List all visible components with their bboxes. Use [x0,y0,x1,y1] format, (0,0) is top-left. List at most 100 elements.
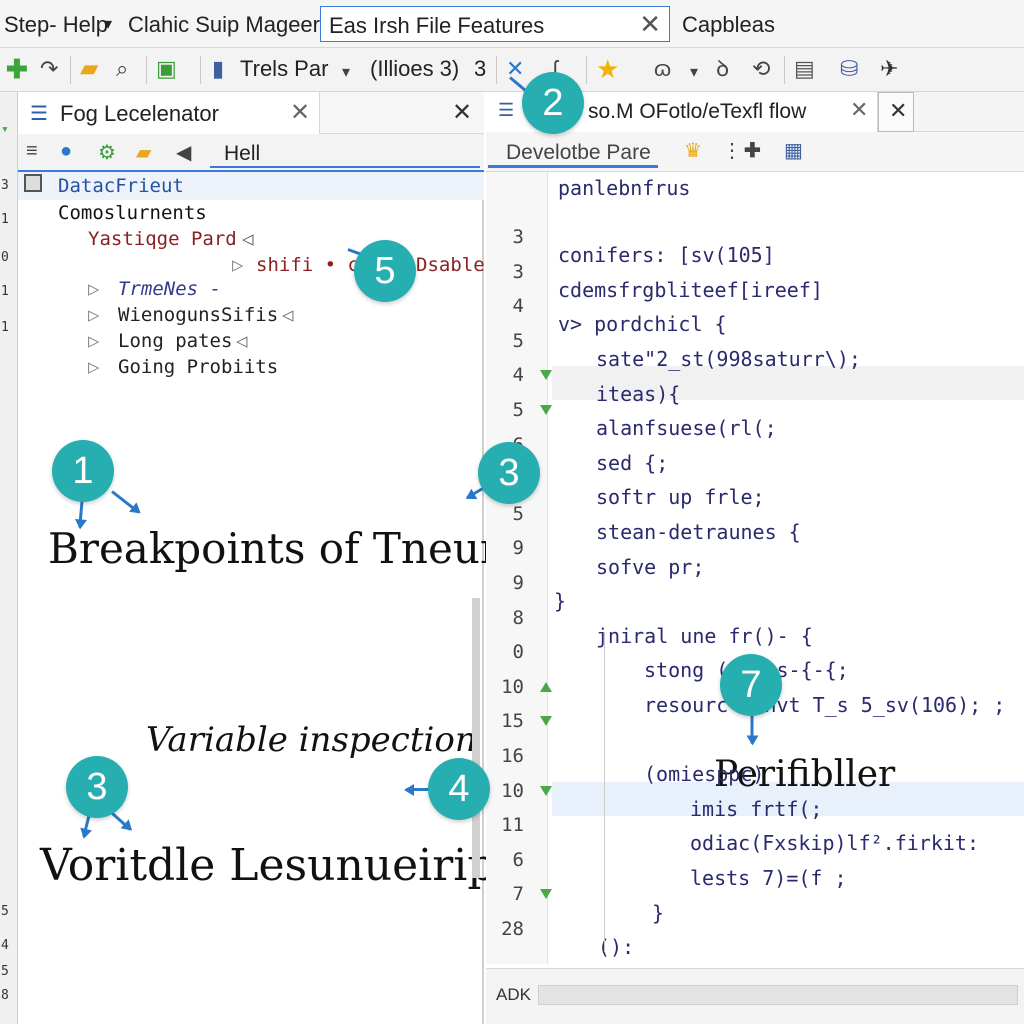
line-number[interactable]: 15 [486,710,524,732]
close-tab-icon[interactable]: ✕ [850,97,868,123]
close-editor-button[interactable]: ✕ [878,92,914,132]
tree-expand-icon[interactable]: ▷ [88,330,99,352]
search-icon[interactable]: ⌕ [116,56,128,82]
horizontal-scrollbar[interactable] [538,985,1018,1005]
breakpoint-marker-icon[interactable] [540,716,552,727]
breakpoint-marker-icon[interactable] [540,370,552,381]
line-number[interactable]: 4 [486,295,524,317]
close-panel-icon[interactable]: ✕ [452,98,472,127]
code-line[interactable]: odiac(Fxskip)lf².firkit: [690,831,979,855]
save-icon[interactable]: ▣ [156,56,177,82]
menu-item-capbleas[interactable]: Capbleas [682,12,775,38]
tab-fog-lecelenator[interactable]: ☰ Fog Lecelenator ✕ [18,92,320,134]
history-icon[interactable]: ⟲ [752,56,770,82]
code-line[interactable]: cdemsfrgbliteef[ireef] [558,278,823,302]
tree-child-label[interactable]: WienogunsSifis [118,304,278,326]
tree-group-label[interactable]: Comoslurnents [58,202,207,224]
grid-icon[interactable]: ▦ [784,138,803,163]
line-number[interactable]: 5 [486,330,524,352]
code-line[interactable]: imis frtf(; [690,797,822,821]
line-number[interactable]: 5 [486,399,524,421]
line-number[interactable]: 0 [486,641,524,663]
menu-item-mageer[interactable]: Clahic Suip Mageer [128,12,320,38]
menu-dropdown-icon[interactable]: ▾ [104,14,112,34]
line-number[interactable]: 5 [486,503,524,525]
code-line[interactable]: (omiesppc) [644,762,764,786]
line-number[interactable]: 3 [486,261,524,283]
code-line[interactable]: } [652,901,664,925]
step-over-icon[interactable]: ɷ [654,56,671,82]
line-number[interactable]: 11 [486,814,524,836]
tree-child-label[interactable]: TrmeNes - [118,278,221,300]
line-number[interactable]: 28 [486,918,524,940]
pin-icon[interactable]: ✈ [880,56,898,82]
tree-child-label[interactable]: Going Probiits [118,356,278,378]
line-number[interactable]: 9 [486,572,524,594]
back-arrow-icon[interactable]: ◀ [176,140,191,165]
filter-input[interactable]: Hell [210,138,480,168]
line-number[interactable]: 8 [486,607,524,629]
code-line[interactable]: iteas){ [596,382,680,406]
window-icon[interactable]: ▤ [794,56,815,82]
settings-icon[interactable]: ⚙ [98,140,116,165]
step-into-icon[interactable]: ꝺ [716,56,729,82]
code-line[interactable]: v> pordchicl { [558,312,727,336]
chevron-down-icon[interactable]: ▾ [342,60,350,86]
line-number[interactable]: 6 [486,849,524,871]
build-icon[interactable]: ⛁ [840,56,858,82]
info-icon[interactable]: ● [60,140,72,163]
code-line[interactable]: } [554,589,566,613]
tree-expand-icon[interactable]: ▷ [88,304,99,326]
tree-expand-icon[interactable]: ▷ [88,356,99,378]
code-line[interactable]: sate"2_st(998saturr\); [596,347,861,371]
search-field[interactable]: Eas Irsh File Features ✕ [320,6,670,42]
folder-icon[interactable]: ▰ [80,56,98,82]
left-panel-scrollbar[interactable] [472,598,480,878]
line-number[interactable]: 4 [486,364,524,386]
chevron-down-icon[interactable]: ▾ [690,60,698,86]
code-line[interactable]: stean-detraunes { [596,520,801,544]
breakpoint-marker-icon[interactable] [540,405,552,415]
code-line[interactable]: panlebnfrus [558,176,690,200]
tree-root-row[interactable]: DatacFrieut [18,172,484,200]
clear-search-icon[interactable]: ✕ [639,9,661,40]
add-icon[interactable]: ✚ [744,138,761,163]
code-line[interactable]: jniral une fr()- { [596,624,813,648]
code-line[interactable]: sofve pr; [596,555,704,579]
line-number[interactable]: 9 [486,537,524,559]
code-line[interactable]: resourc renvt T_s 5_sv(106); ; [644,693,1005,717]
code-line[interactable]: alanfsuese(rl(; [596,416,777,440]
redo-icon[interactable]: ↷ [40,56,58,82]
menu-icon[interactable]: ≡ [26,140,38,163]
editor-filter-input[interactable]: Develotbe Pare [488,136,658,168]
breakpoint-marker-icon[interactable] [540,889,552,900]
step-icon[interactable]: 3 [474,56,486,82]
code-line[interactable]: softr up frle; [596,485,765,509]
star-icon[interactable]: ★ [596,56,619,82]
breakpoint-marker-icon[interactable] [540,681,552,692]
code-line[interactable]: lests 7)=(f ; [690,866,847,890]
search-input[interactable]: Eas Irsh File Features [329,13,544,39]
tree-child-label[interactable]: Long pates [118,330,232,352]
line-number[interactable]: 3 [486,226,524,248]
line-number[interactable]: 10 [486,780,524,802]
menu-item-step-help[interactable]: Step- Help [4,12,108,38]
crown-icon[interactable]: ♛ [684,138,702,163]
export-icon[interactable]: ▰ [136,140,151,165]
tree-expand-icon[interactable]: ▷ [88,278,99,300]
add-icon[interactable]: ✚ [6,56,28,82]
line-number[interactable]: 7 [486,883,524,905]
tree-item-label[interactable]: Yastiqge Pard [88,228,237,250]
line-number[interactable]: 10 [486,676,524,698]
code-line[interactable]: conifers: [sv(105] [558,243,775,267]
run-config-dropdown[interactable]: Trels Par [240,56,328,82]
close-tab-icon[interactable]: ✕ [290,98,310,127]
tree-expand-icon[interactable]: ▷ [232,254,243,276]
more-icon[interactable]: ⋮ [722,138,742,163]
line-number[interactable]: 16 [486,745,524,767]
breakpoint-marker-icon[interactable] [540,785,552,796]
code-line[interactable]: sed {; [596,451,668,475]
run-config-label[interactable]: (Illioes 3) [370,56,459,82]
tree-item-label[interactable]: Dsable [416,254,485,276]
config-icon[interactable]: ▮ [212,56,224,82]
